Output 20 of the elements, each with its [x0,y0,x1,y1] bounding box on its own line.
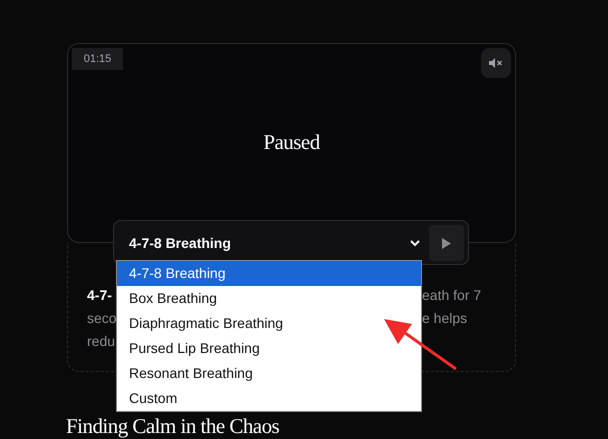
description-text: e helps [422,310,468,326]
muted-speaker-icon [489,58,503,68]
dropdown-option[interactable]: 4-7-8 Breathing [117,261,421,286]
dropdown-option[interactable]: Diaphragmatic Breathing [117,311,421,336]
description-text: eath for 7 [422,287,482,303]
chevron-icon [410,240,420,246]
technique-dropdown[interactable]: 4-7-8 Breathing [120,225,426,261]
dropdown-option[interactable]: Pursed Lip Breathing [117,336,421,361]
play-icon [442,238,451,248]
dropdown-option[interactable]: Resonant Breathing [117,361,421,386]
description-text: seco [87,310,117,326]
timer-badge: 01:15 [72,48,123,70]
mute-button[interactable] [481,48,511,78]
section-heading: Finding Calm in the Chaos [66,414,280,438]
status-text: Paused [263,129,320,156]
dropdown-option[interactable]: Custom [117,386,421,411]
play-button[interactable] [429,225,464,261]
dropdown-option[interactable]: Box Breathing [117,286,421,311]
description-text: 4-7- [87,287,112,303]
description-text: redu [87,333,116,349]
